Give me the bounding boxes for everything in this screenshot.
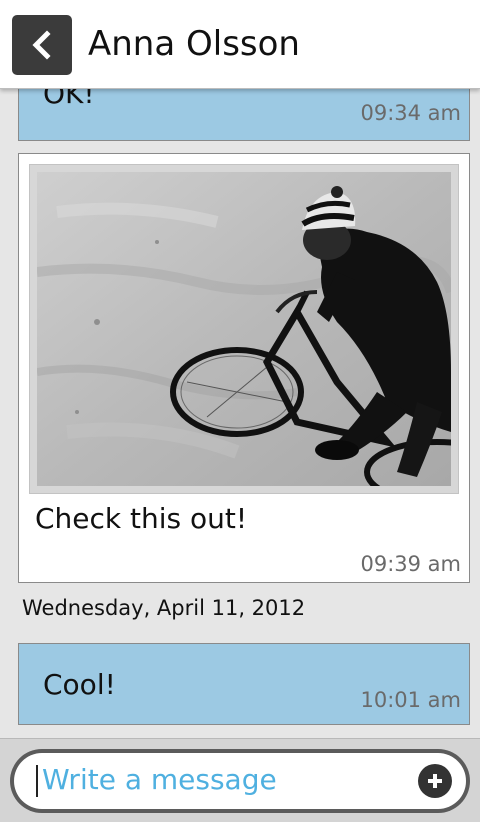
message-timestamp: 09:34 am: [360, 101, 461, 125]
message-timestamp: 09:39 am: [360, 552, 461, 576]
message-bubble[interactable]: OK! 09:34 am: [18, 88, 470, 141]
image-attachment[interactable]: [29, 164, 459, 494]
message-timestamp: 10:01 am: [360, 688, 461, 712]
message-placeholder: Write a message: [42, 763, 277, 796]
cyclist-photo: [37, 172, 451, 486]
message-composer: Write a message: [0, 738, 480, 822]
plus-circle-icon: [428, 774, 442, 788]
date-separator: Wednesday, April 11, 2012: [22, 596, 306, 620]
message-input[interactable]: Write a message: [14, 753, 466, 809]
message-bubble[interactable]: Check this out! 09:39 am: [18, 153, 470, 583]
chevron-left-icon: [32, 30, 51, 60]
text-caret: [36, 765, 38, 797]
message-text: OK!: [43, 88, 95, 110]
message-thread[interactable]: OK! 09:34 am Check this out! 09:39 am We…: [0, 88, 480, 738]
message-bubble[interactable]: Cool! 10:01 am: [18, 643, 470, 725]
message-text: Check this out!: [35, 502, 248, 535]
message-text: Cool!: [43, 668, 116, 701]
attached-photo[interactable]: [37, 172, 451, 486]
header-bar: Anna Olsson: [0, 0, 480, 89]
back-button[interactable]: [12, 15, 72, 75]
message-input-frame: Write a message: [10, 749, 470, 813]
add-attachment-button[interactable]: [418, 764, 452, 798]
conversation-title: Anna Olsson: [88, 24, 300, 64]
